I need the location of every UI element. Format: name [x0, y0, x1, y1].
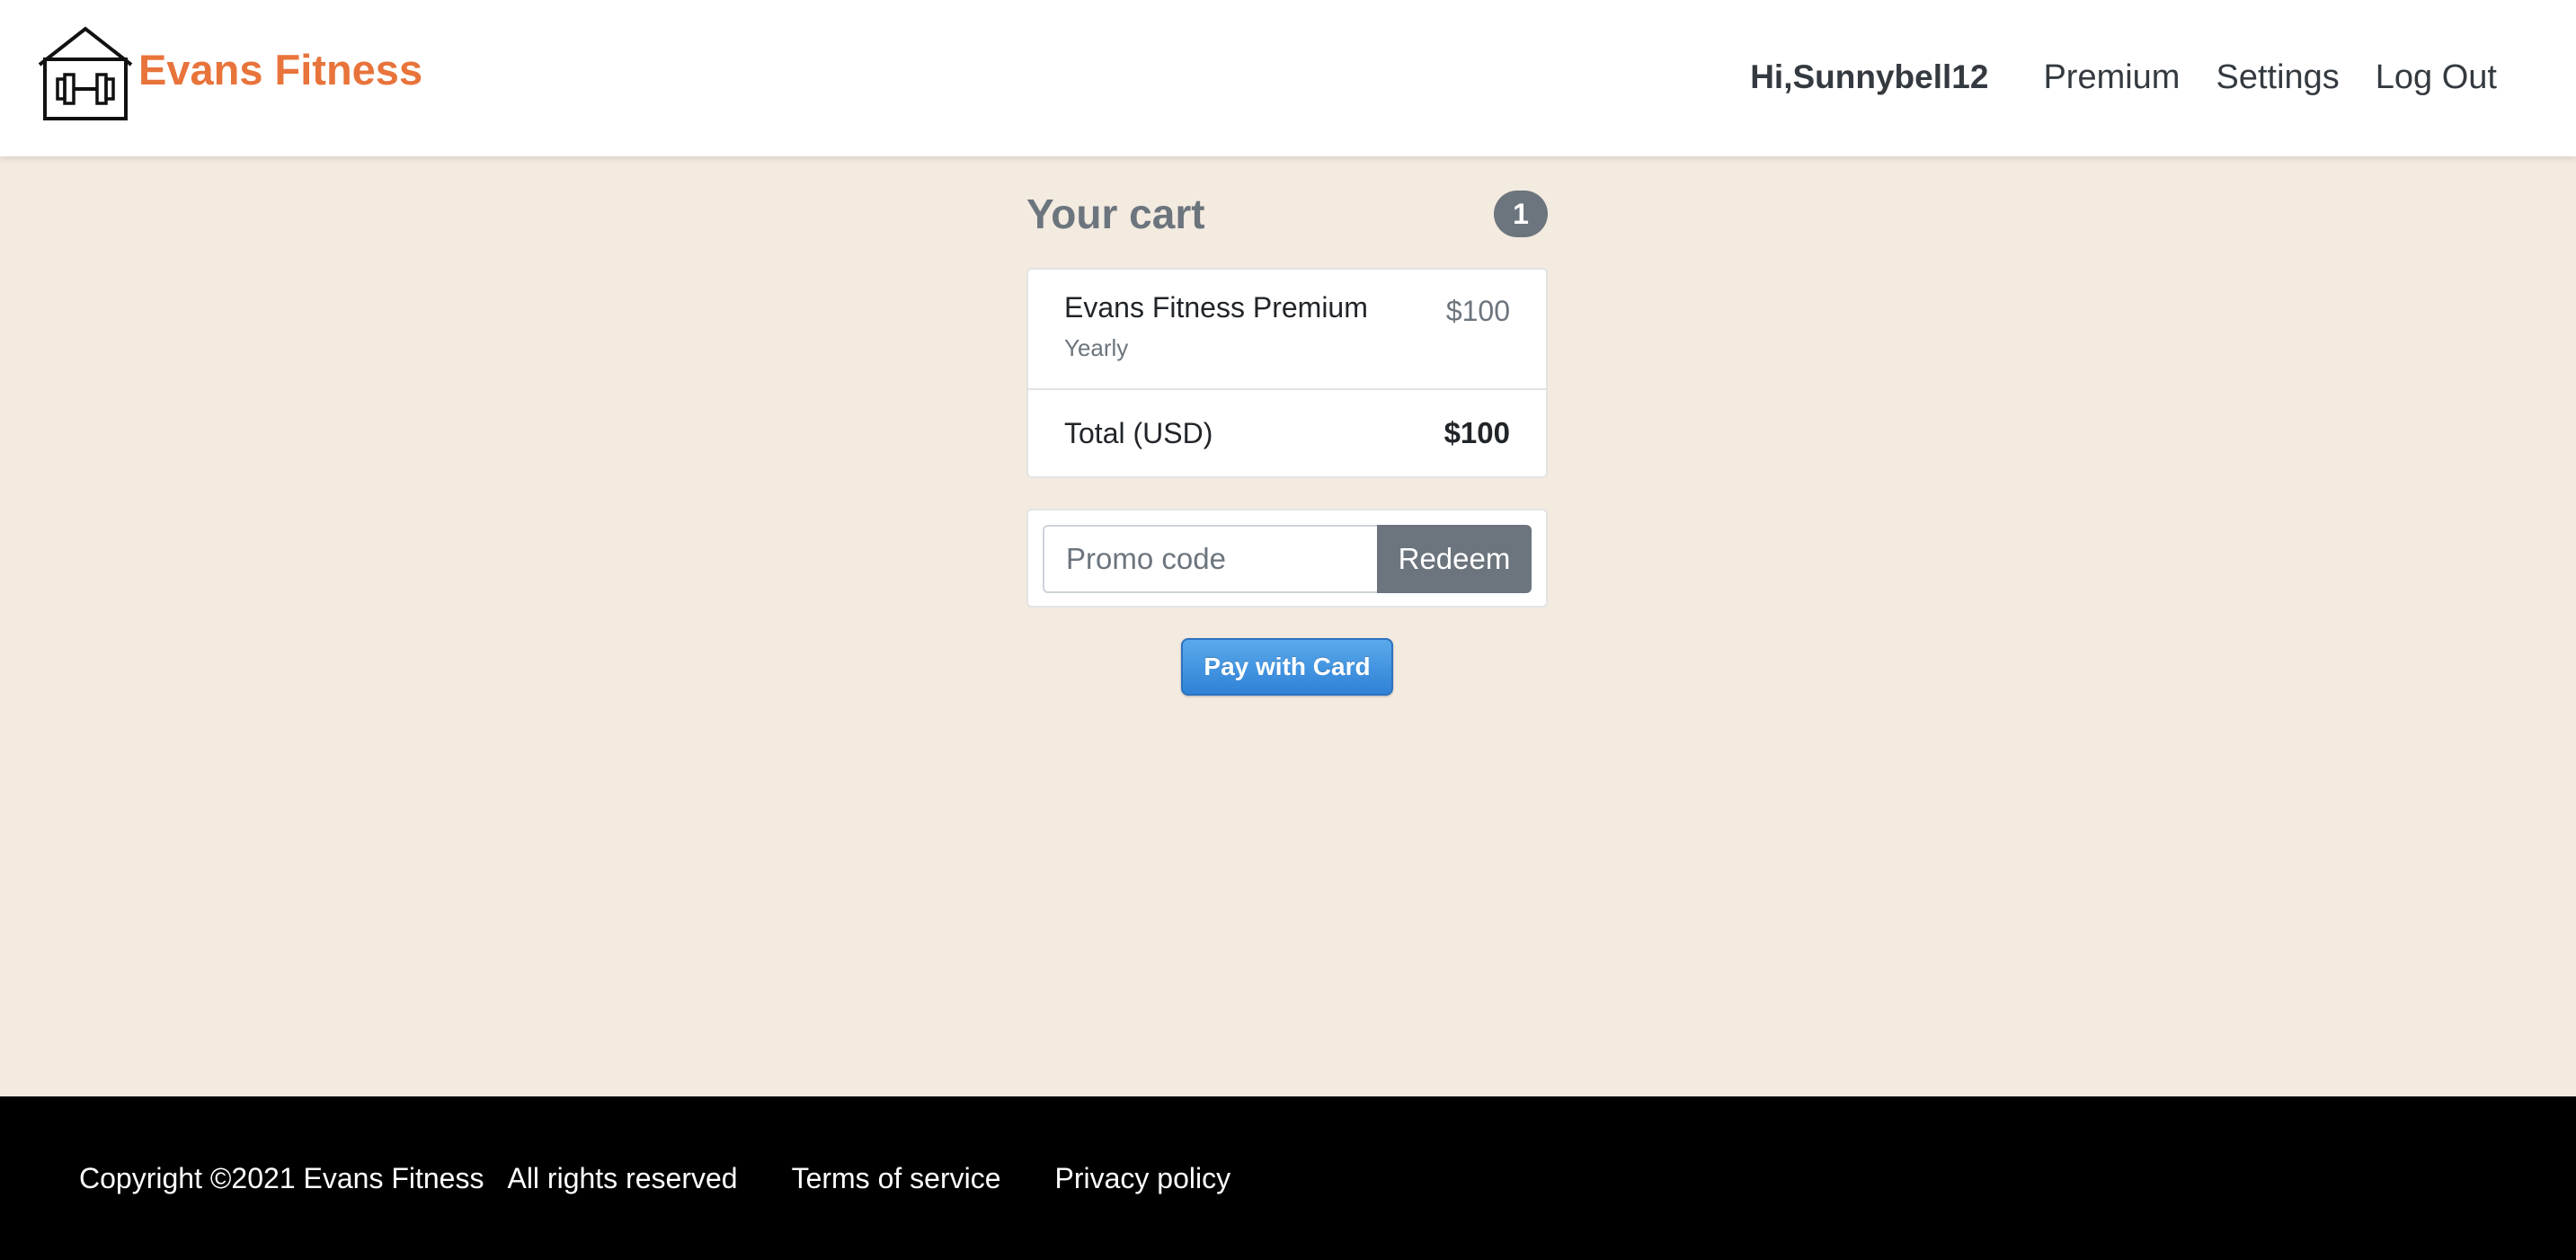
footer-copyright: Copyright ©2021 Evans Fitness [79, 1161, 484, 1194]
cart-total-value: $100 [1443, 416, 1510, 449]
footer: Copyright ©2021 Evans Fitness All rights… [0, 1096, 2576, 1260]
footer-rights: All rights reserved [507, 1161, 738, 1194]
cart-item-price: $100 [1445, 295, 1510, 327]
home-gym-dumbbell-icon [38, 26, 133, 120]
promo-code-input[interactable] [1043, 525, 1377, 593]
cart-item-name: Evans Fitness Premium [1064, 291, 1368, 324]
footer-link-privacy[interactable]: Privacy policy [1055, 1162, 1231, 1195]
redeem-button[interactable]: Redeem [1377, 525, 1532, 593]
cart-items-list: Evans Fitness Premium Yearly $100 Total … [1026, 268, 1548, 478]
pay-with-card-button[interactable]: Pay with Card [1181, 638, 1393, 696]
footer-content: Copyright ©2021 Evans Fitness All rights… [79, 1096, 1230, 1260]
user-greeting: Hi,Sunnybell12 [1750, 58, 1989, 95]
promo-form: Redeem [1026, 509, 1548, 608]
cart-title: Your cart [1026, 191, 1205, 237]
payment-area: Pay with Card [1026, 638, 1548, 696]
nav-link-logout[interactable]: Log Out [2376, 58, 2497, 97]
footer-link-terms[interactable]: Terms of service [792, 1162, 1001, 1195]
cart-item-details: Evans Fitness Premium Yearly [1064, 289, 1368, 388]
cart-section: Your cart 1 Evans Fitness Premium Yearly… [1026, 185, 1548, 696]
brand-link[interactable]: Evans Fitness [36, 25, 422, 124]
cart-total-label: Total (USD) [1064, 416, 1213, 449]
cart-header: Your cart 1 [1026, 185, 1548, 243]
navbar: Evans Fitness Hi,Sunnybell12 Premium Set… [0, 0, 2576, 156]
user-nav: Hi,Sunnybell12 Premium Settings Log Out [1750, 52, 2497, 102]
cart-count-badge: 1 [1494, 191, 1548, 237]
nav-link-settings[interactable]: Settings [2216, 58, 2339, 97]
cart-item-period: Yearly [1064, 334, 1129, 361]
cart-item: Evans Fitness Premium Yearly $100 [1028, 270, 1546, 390]
nav-link-premium[interactable]: Premium [2043, 58, 2180, 97]
brand-name: Evans Fitness [138, 46, 423, 93]
cart-total-row: Total (USD) $100 [1028, 390, 1546, 476]
